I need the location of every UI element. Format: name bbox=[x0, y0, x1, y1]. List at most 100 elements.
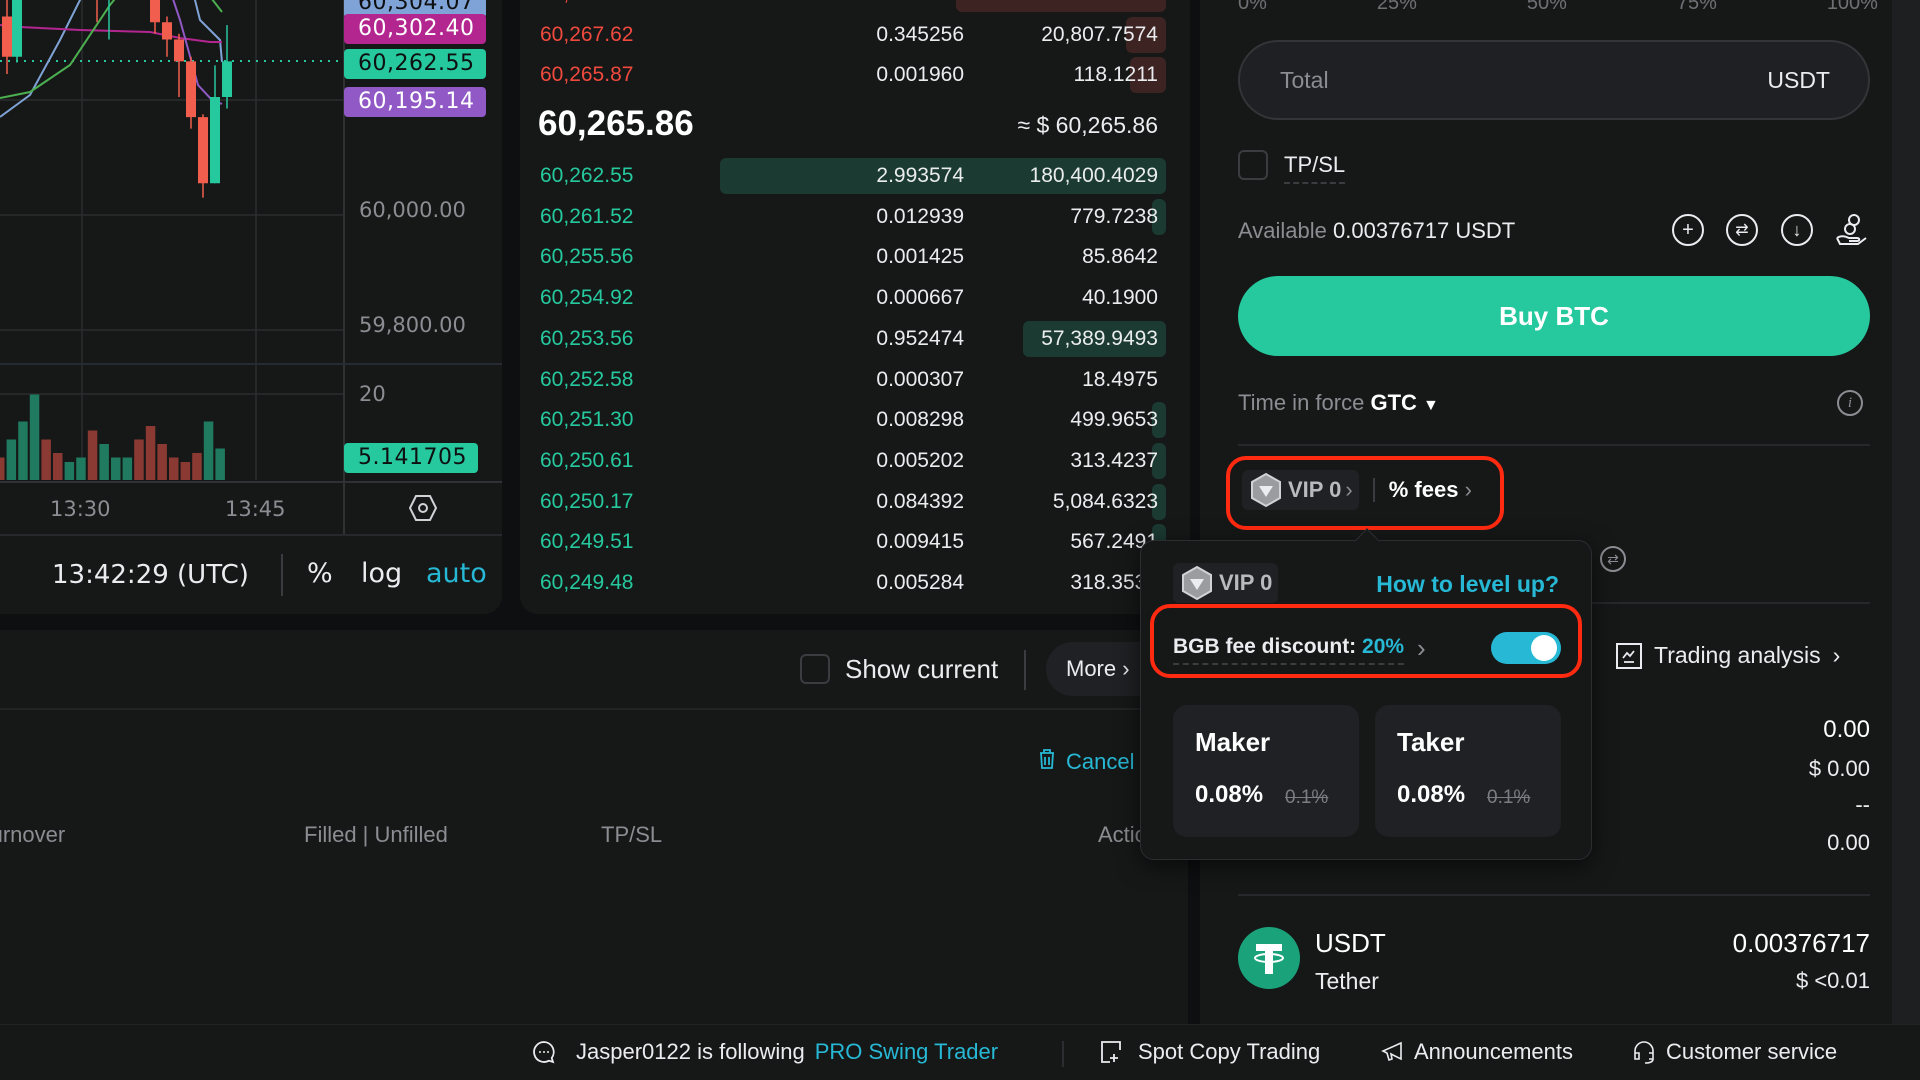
asset-value: 0.00 bbox=[1823, 716, 1870, 743]
chart-panel[interactable]: 60,304.07 60,302.40 60,262.55 60,195.14 60,… bbox=[0, 0, 502, 614]
taker-label: Taker bbox=[1397, 727, 1465, 757]
volume-bar bbox=[203, 421, 214, 480]
percent-mark[interactable]: 75% bbox=[1677, 0, 1717, 15]
bid-row[interactable]: 60,251.30 0.008298 499.9653 bbox=[520, 400, 1190, 440]
candle-body bbox=[210, 97, 220, 184]
bid-row[interactable]: 60,250.61 0.005202 313.4237 bbox=[520, 441, 1190, 481]
scale-auto-button[interactable]: auto bbox=[426, 558, 487, 589]
tether-logo-icon bbox=[1238, 927, 1300, 989]
bid-row[interactable]: 60,261.52 0.012939 779.7238 bbox=[520, 197, 1190, 237]
tpsl-checkbox[interactable] bbox=[1238, 150, 1268, 180]
column-header-filled: Filled | Unfilled bbox=[304, 822, 448, 847]
vip-badge-button[interactable]: VIP 0 › bbox=[1242, 470, 1359, 510]
fee-popover: VIP 0 How to level up? BGB fee discount:… bbox=[1140, 540, 1592, 860]
asset-value-usd: $ 0.00 bbox=[1808, 756, 1870, 781]
divider bbox=[1238, 894, 1870, 896]
vip-label: VIP 0 bbox=[1288, 477, 1342, 502]
announcements-link[interactable]: Announcements bbox=[1380, 1039, 1573, 1065]
percent-mark[interactable]: 0% bbox=[1238, 0, 1267, 15]
info-icon[interactable]: i bbox=[1837, 390, 1863, 416]
fees-label: % fees bbox=[1388, 477, 1459, 502]
percent-mark[interactable]: 50% bbox=[1527, 0, 1567, 15]
order-amount: 0.008298 bbox=[876, 408, 964, 432]
order-price: 60,253.56 bbox=[540, 326, 634, 350]
time-in-force-label: Time in force bbox=[1238, 390, 1365, 415]
order-book: 60,270.58 0.007341 443.0267 60,267.62 0.3452… bbox=[520, 0, 1190, 614]
order-total: 20,807.7574 bbox=[1041, 22, 1158, 46]
column-header-tpsl: TP/SL bbox=[601, 822, 663, 847]
bid-row[interactable]: 60,252.58 0.000307 18.4975 bbox=[520, 360, 1190, 400]
order-amount: 0.952474 bbox=[876, 326, 964, 350]
time-in-force-value[interactable]: GTC bbox=[1370, 390, 1416, 415]
deposit-plus-icon[interactable]: + bbox=[1672, 214, 1704, 246]
tpsl-label[interactable]: TP/SL bbox=[1284, 152, 1346, 184]
buy-btc-button[interactable]: Buy BTC bbox=[1238, 276, 1870, 356]
volume-bar bbox=[29, 394, 40, 480]
order-price: 60,250.17 bbox=[540, 489, 634, 513]
order-amount: 0.005284 bbox=[876, 571, 964, 594]
volume-bar bbox=[192, 453, 202, 480]
taker-original-fee: 0.1% bbox=[1487, 787, 1531, 808]
bgb-discount-link[interactable]: BGB fee discount: 20% bbox=[1173, 635, 1405, 665]
divider bbox=[1238, 444, 1870, 446]
customer-service-label: Customer service bbox=[1666, 1039, 1838, 1064]
spot-copy-trading-link[interactable]: Spot Copy Trading bbox=[1100, 1039, 1320, 1065]
bid-row[interactable]: 60,250.17 0.084392 5,084.6323 bbox=[520, 482, 1190, 522]
order-amount: 0.005202 bbox=[876, 448, 964, 472]
asset-value: -- bbox=[1855, 792, 1870, 817]
fees-button[interactable]: % fees › bbox=[1389, 477, 1472, 503]
order-price: 60,249.48 bbox=[540, 571, 634, 594]
bid-row[interactable]: 60,255.56 0.001425 85.8642 bbox=[520, 237, 1190, 277]
order-total: 499.9653 bbox=[1070, 408, 1158, 432]
convert-icon[interactable]: ⇄ bbox=[1600, 546, 1626, 572]
volume-bar bbox=[0, 457, 5, 480]
maker-fee: 0.08% bbox=[1195, 781, 1264, 808]
percent-slider-marks[interactable]: 0% 25% 50% 75% 100% bbox=[1238, 0, 1878, 15]
coin-name: Tether bbox=[1315, 968, 1379, 994]
follow-notice[interactable]: Jasper0122 is following PRO Swing Trader bbox=[532, 1039, 998, 1065]
ask-row[interactable]: 60,265.87 0.001960 118.1211 bbox=[520, 55, 1190, 95]
follow-user-text: Jasper0122 is following bbox=[576, 1039, 805, 1064]
ask-row[interactable]: 60,267.62 0.345256 20,807.7574 bbox=[520, 15, 1190, 55]
percent-mark[interactable]: 100% bbox=[1827, 0, 1878, 15]
percent-mark[interactable]: 25% bbox=[1377, 0, 1417, 15]
bgb-discount-toggle[interactable] bbox=[1491, 632, 1561, 664]
order-price: 60,262.55 bbox=[540, 164, 634, 187]
level-up-link[interactable]: How to level up? bbox=[1376, 571, 1559, 598]
time-in-force[interactable]: Time in force GTC ▼ bbox=[1238, 390, 1439, 416]
trading-analysis-link[interactable]: Trading analysis › bbox=[1616, 642, 1840, 669]
candle-body bbox=[162, 22, 172, 40]
bid-row[interactable]: 60,253.56 0.952474 57,389.9493 bbox=[520, 319, 1190, 359]
bid-row[interactable]: 60,249.51 0.009415 567.2491 bbox=[520, 522, 1190, 562]
x-axis-label: 13:30 bbox=[50, 497, 111, 521]
order-price: 60,261.52 bbox=[540, 204, 634, 228]
follow-target-link[interactable]: PRO Swing Trader bbox=[815, 1039, 998, 1065]
scale-log-button[interactable]: log bbox=[361, 558, 402, 589]
loan-hand-icon[interactable] bbox=[1834, 212, 1868, 253]
download-icon[interactable]: ↓ bbox=[1781, 214, 1813, 246]
bid-row[interactable]: 60,249.48 0.005284 318.3539 bbox=[520, 563, 1190, 603]
order-form-panel: 0% 25% 50% 75% 100% Total USDT TP/SL Ava… bbox=[1200, 0, 1892, 1024]
chart-settings-icon[interactable] bbox=[408, 494, 438, 527]
volume-bar bbox=[6, 439, 17, 480]
transfer-icon[interactable]: ⇄ bbox=[1726, 214, 1758, 246]
bid-row[interactable]: 60,254.92 0.000667 40.1900 bbox=[520, 278, 1190, 318]
order-price: 60,255.56 bbox=[540, 245, 634, 269]
vip-fees-row[interactable]: VIP 0 › % fees › bbox=[1242, 470, 1472, 510]
order-amount: 2.993574 bbox=[876, 164, 964, 187]
show-current-checkbox[interactable] bbox=[800, 654, 830, 684]
announcements-label: Announcements bbox=[1414, 1039, 1573, 1064]
volume-bar bbox=[41, 439, 51, 480]
total-input[interactable]: Total USDT bbox=[1238, 40, 1870, 120]
scale-percent-button[interactable]: % bbox=[307, 558, 333, 589]
copy-trading-icon bbox=[1101, 1041, 1121, 1063]
ask-row[interactable]: 60,270.58 0.007341 443.0267 bbox=[520, 0, 1190, 14]
volume-axis-label: 20 bbox=[359, 382, 386, 406]
coin-usd: $ <0.01 bbox=[1795, 968, 1870, 993]
customer-service-link[interactable]: Customer service bbox=[1632, 1039, 1837, 1065]
page-scrollbar[interactable] bbox=[1892, 0, 1920, 1024]
chevron-right-icon: › bbox=[1345, 477, 1353, 502]
order-amount: 0.345256 bbox=[876, 22, 964, 46]
last-price-usd: ≈ $ 60,265.86 bbox=[1017, 112, 1158, 138]
bid-row[interactable]: 60,262.55 2.993574 180,400.4029 bbox=[520, 156, 1190, 196]
